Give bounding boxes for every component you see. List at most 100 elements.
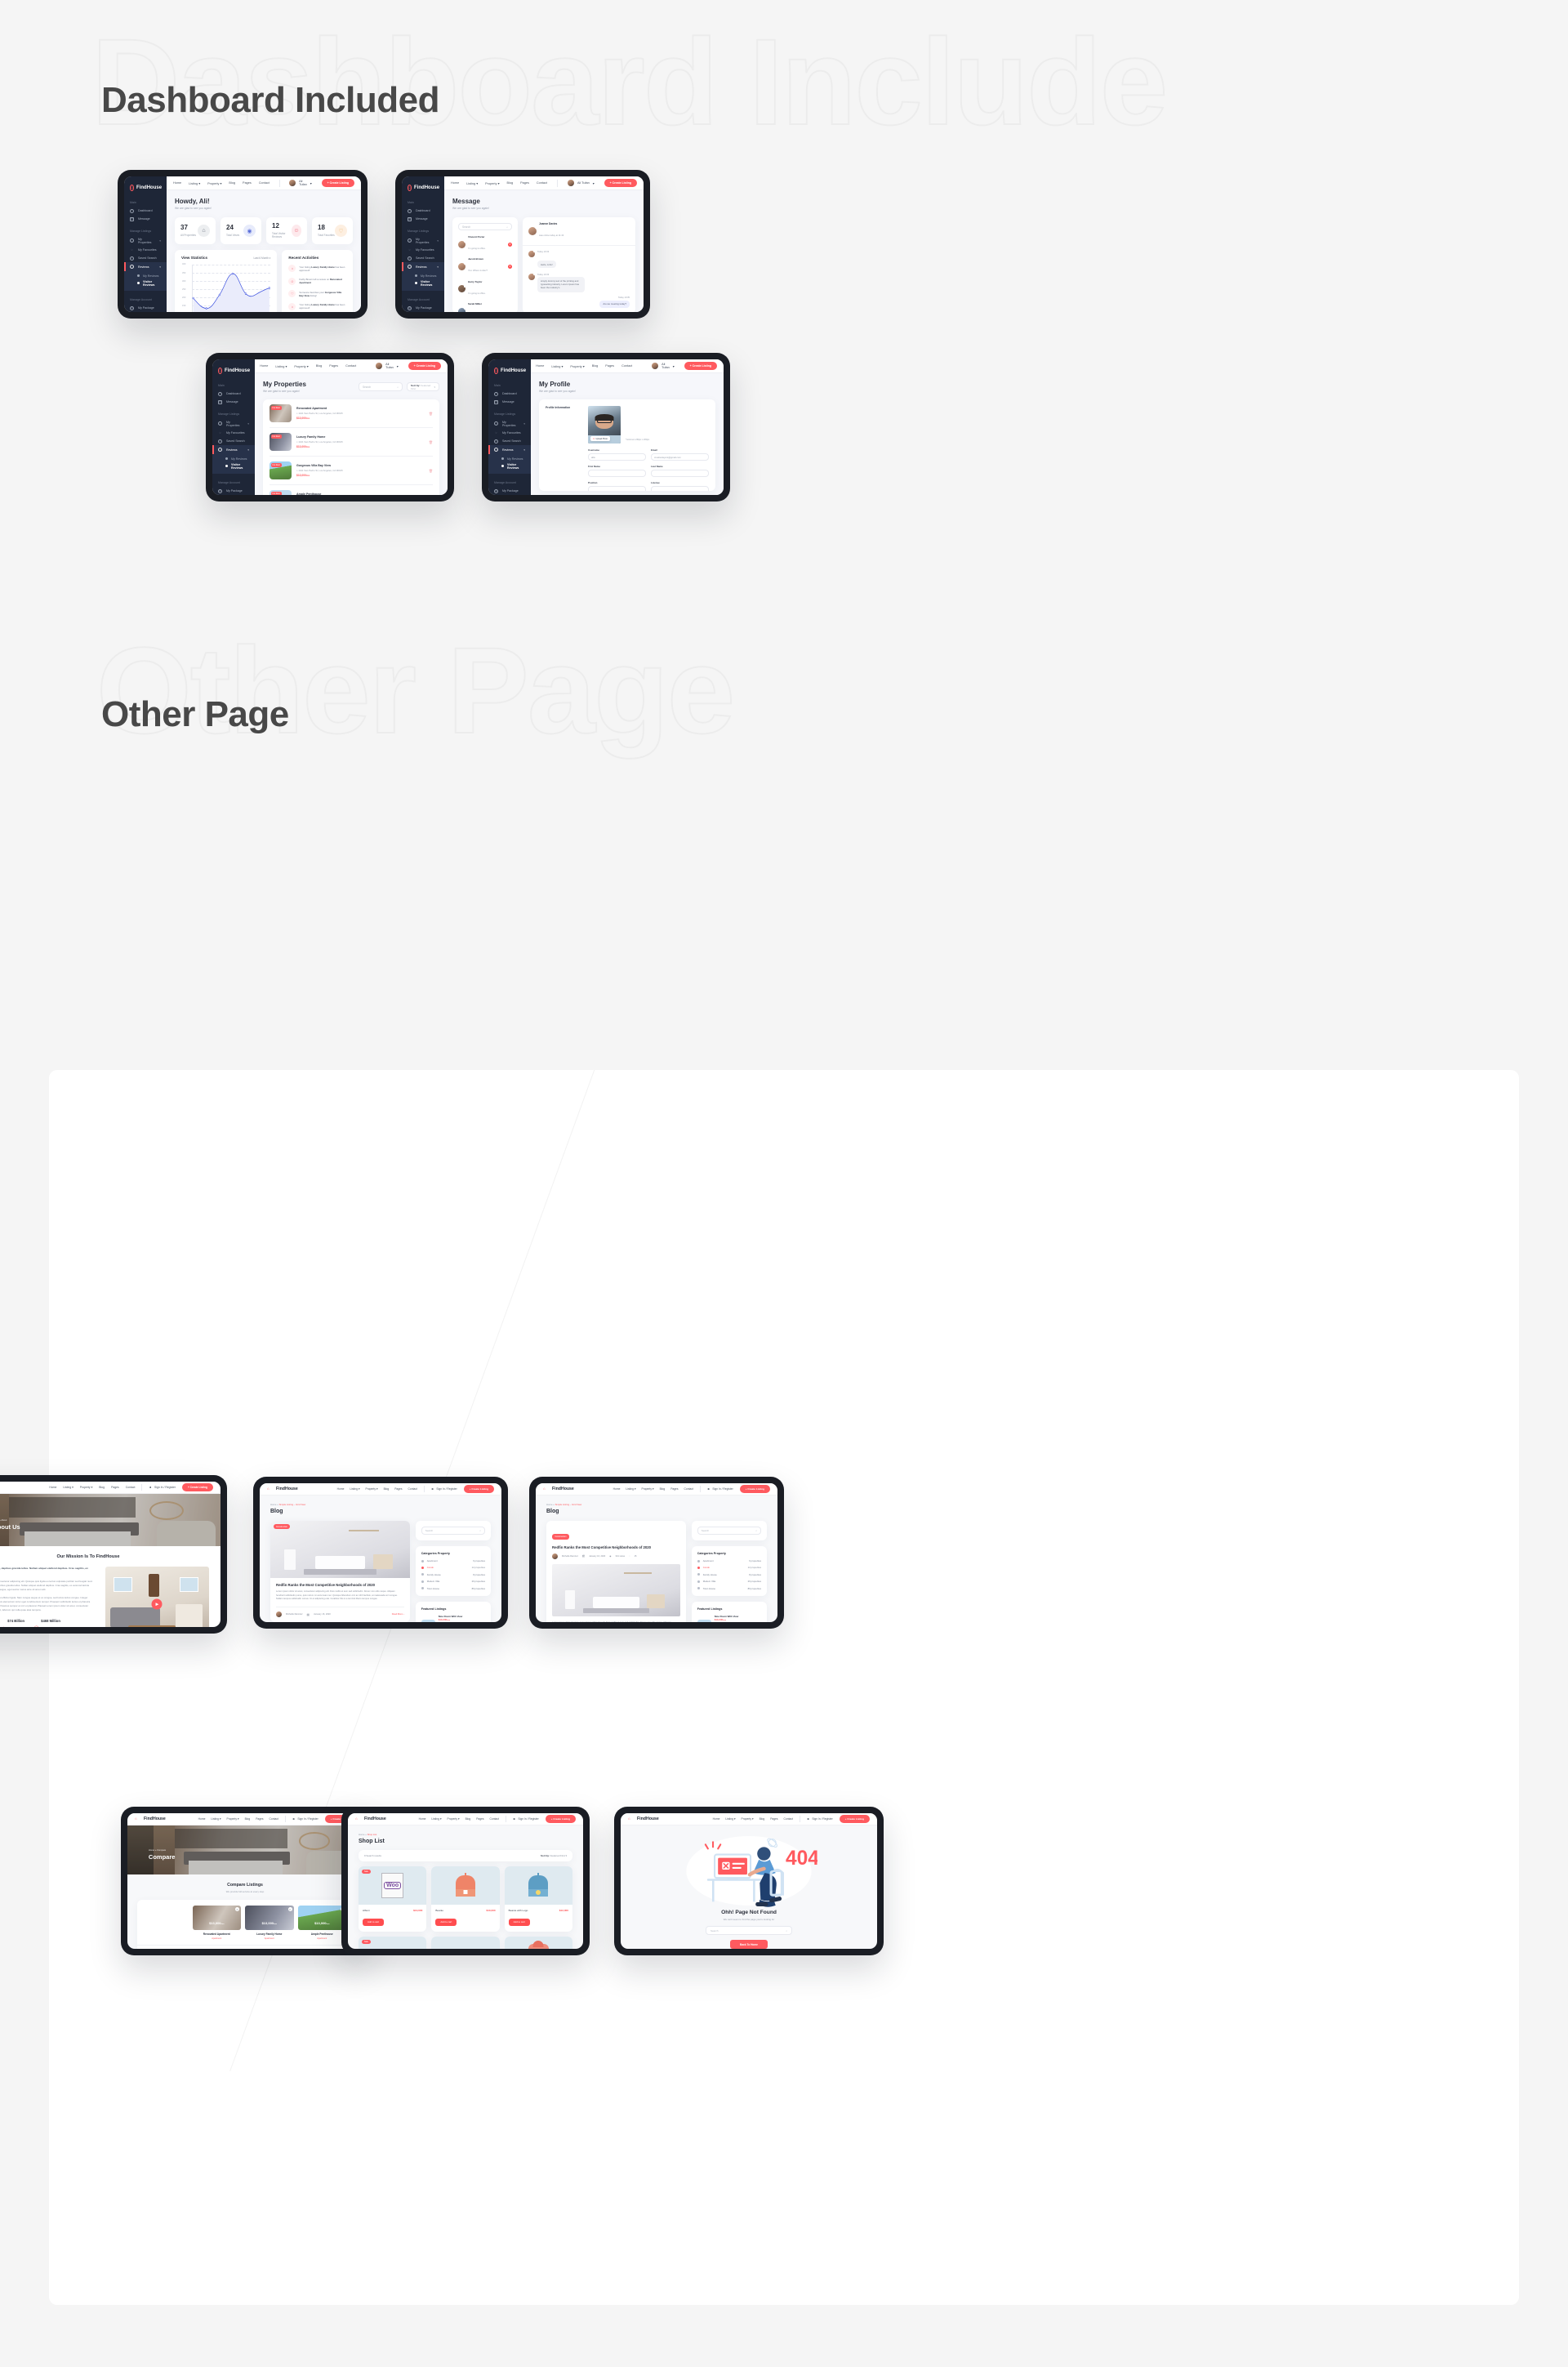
sidebar-subitem-visitor-reviews[interactable]: Visitor Reviews — [225, 461, 249, 470]
create-listing-button[interactable]: + Create Listing — [839, 1815, 870, 1823]
topnav-contact[interactable]: Contact — [621, 364, 632, 368]
search-input[interactable]: Search ⌕ — [421, 1527, 485, 1535]
sidebar-item-saved-search[interactable]: ⌕ Saved Search — [408, 254, 439, 262]
close-icon[interactable]: ✕ — [287, 1907, 292, 1911]
topnav-contact[interactable]: Contact — [259, 181, 270, 185]
nav-pages[interactable]: Pages — [394, 1487, 402, 1491]
nav-listing[interactable]: Listing ▾ — [431, 1817, 441, 1821]
product-card[interactable]: Hoodie $13,000 Add to cart — [504, 1937, 572, 1949]
sidebar-item-my-favourites[interactable]: ♡ My Favourites — [218, 429, 249, 437]
list-item[interactable]: Vincent Porter I'm going to office. 8 — [458, 235, 512, 253]
topnav-blog[interactable]: Blog — [316, 364, 323, 368]
blog-post-card[interactable]: Construction Redfin Ranks the Most Compe… — [270, 1521, 410, 1622]
create-listing-button[interactable]: + Create Listing — [604, 179, 637, 187]
topnav-property[interactable]: Property ▾ — [485, 181, 499, 185]
nav-property[interactable]: Property ▾ — [227, 1817, 239, 1821]
topnav-pages[interactable]: Pages — [329, 364, 338, 368]
topnav-contact[interactable]: Contact — [537, 181, 547, 185]
position-field[interactable] — [588, 486, 646, 491]
site-brand[interactable]: ⌂ FindHouse — [135, 1816, 166, 1822]
sidebar-brand[interactable]: ⌂ FindHouse — [124, 180, 167, 199]
category-item[interactable]: Condo 12 properties — [697, 1566, 761, 1569]
topnav-home[interactable]: Home — [451, 181, 459, 185]
topnav-property[interactable]: Property ▾ — [294, 364, 308, 368]
site-brand[interactable]: ⌂ FindHouse — [267, 1487, 298, 1492]
username-field[interactable]: allis — [588, 453, 646, 461]
user-menu[interactable]: Ali Tufan ▾ — [289, 180, 312, 186]
nav-contact[interactable]: Contact — [784, 1817, 793, 1821]
product-card[interactable]: Beanie with Logo $13,000 Add to cart — [504, 1866, 572, 1932]
nav-blog[interactable]: Blog — [660, 1487, 666, 1491]
sidebar-item-message[interactable]: ✉ Message — [408, 215, 439, 223]
play-button-icon[interactable]: ▶ — [151, 1598, 163, 1610]
table-row[interactable]: For Rent Ample Penthouse ⌖ 1421 San Pedr… — [270, 485, 433, 495]
signin-register-link[interactable]: ☻ Sign In / Register — [431, 1487, 457, 1491]
sort-select[interactable]: Sort by: Featured First ▾ — [541, 1854, 567, 1857]
sidebar-subitem-visitor-reviews[interactable]: Visitor Reviews — [415, 279, 439, 288]
topnav-blog[interactable]: Blog — [592, 364, 599, 368]
site-brand[interactable]: ⌂ FindHouse — [355, 1816, 386, 1822]
table-row[interactable]: For Rent Luxury Family Home ⌖ 1421 San P… — [270, 428, 433, 457]
product-card[interactable]: Sale Belt $13,000 Add to cart — [359, 1937, 427, 1949]
nav-contact[interactable]: Contact — [270, 1817, 278, 1821]
nav-pages[interactable]: Pages — [256, 1817, 263, 1821]
sidebar-subitem-visitor-reviews[interactable]: Visitor Reviews — [501, 461, 525, 470]
search-input[interactable]: Search ⌕ — [458, 223, 512, 230]
nav-listing[interactable]: Listing ▾ — [63, 1486, 73, 1489]
signin-register-link[interactable]: ☻ Sign In / Register — [707, 1487, 733, 1491]
sidebar-item-dashboard[interactable]: ◔ Dashboard — [408, 207, 439, 215]
close-icon[interactable]: ✕ — [235, 1907, 239, 1911]
table-row[interactable]: For Rent Renovated Apartment ⌖ 1421 San … — [270, 399, 433, 428]
category-item[interactable]: Apartment 6 properties — [421, 1559, 485, 1562]
create-listing-button[interactable]: + Create Listing — [408, 362, 441, 370]
upload-photo-button[interactable]: ⬆ Upload Photo — [590, 436, 611, 441]
topnav-property[interactable]: Property ▾ — [570, 364, 584, 368]
create-listing-button[interactable]: + Create Listing — [684, 362, 717, 370]
site-brand[interactable]: ⌂ FindHouse — [628, 1816, 659, 1822]
sidebar-item-my-properties[interactable]: ⌂ My Properties ▾ — [218, 418, 249, 429]
topnav-home[interactable]: Home — [173, 181, 181, 185]
list-item[interactable]: Nice Room With View $13,000/mo Beds 4 Ba… — [421, 1615, 485, 1622]
list-item[interactable]: Harry Taylor I'm going to office. — [458, 280, 512, 298]
sidebar-item-my-package[interactable]: ◎ My Package — [408, 304, 439, 312]
add-to-cart-button[interactable]: Add to cart — [435, 1918, 457, 1926]
table-row[interactable]: For Rent Gorgeous Villa Bay View ⌖ 1421 … — [270, 457, 433, 485]
first-name-field[interactable] — [588, 470, 646, 477]
product-card[interactable]: Sale Woo Album $13,000 Add to cart — [359, 1866, 427, 1932]
nav-pages[interactable]: Pages — [670, 1487, 678, 1491]
sidebar-subitem-visitor-reviews[interactable]: Visitor Reviews — [137, 279, 161, 288]
sidebar-item-dashboard[interactable]: ◔ Dashboard — [130, 207, 161, 215]
license-field[interactable] — [651, 486, 709, 491]
sidebar-item-reviews[interactable]: ◌ Reviews ▾ — [488, 445, 531, 454]
nav-contact[interactable]: Contact — [490, 1817, 499, 1821]
category-item[interactable]: Modern Villa 26 properties — [697, 1580, 761, 1583]
category-item[interactable]: Family House 8 properties — [421, 1573, 485, 1576]
sidebar-item-message[interactable]: ✉ Message — [218, 398, 249, 406]
sidebar-item-my-properties[interactable]: ⌂ My Properties ▾ — [494, 418, 525, 429]
nav-blog[interactable]: Blog — [384, 1487, 390, 1491]
nav-home[interactable]: Home — [337, 1487, 345, 1491]
topnav-pages[interactable]: Pages — [243, 181, 252, 185]
product-card[interactable]: Beanie $13,000 Add to cart — [431, 1866, 500, 1932]
nav-blog[interactable]: Blog — [245, 1817, 251, 1821]
topnav-listing[interactable]: Listing ▾ — [466, 181, 478, 185]
nav-listing[interactable]: Listing ▾ — [725, 1817, 735, 1821]
nav-listing[interactable]: Listing ▾ — [211, 1817, 220, 1821]
topnav-pages[interactable]: Pages — [520, 181, 529, 185]
sidebar-item-saved-search[interactable]: ⌕ Saved Search — [218, 437, 249, 445]
nav-home[interactable]: Home — [198, 1817, 206, 1821]
nav-blog[interactable]: Blog — [466, 1817, 471, 1821]
topnav-blog[interactable]: Blog — [506, 181, 513, 185]
nav-listing[interactable]: Listing ▾ — [350, 1487, 359, 1491]
user-menu[interactable]: Ali Tufan ▾ — [376, 363, 399, 369]
topnav-contact[interactable]: Contact — [345, 364, 356, 368]
create-listing-button[interactable]: + Create Listing — [181, 1483, 213, 1491]
sidebar-item-dashboard[interactable]: ◔ Dashboard — [494, 390, 525, 398]
sidebar-item-dashboard[interactable]: ◔ Dashboard — [218, 390, 249, 398]
sidebar-item-my-properties[interactable]: ⌂ My Properties ▾ — [130, 235, 161, 246]
delete-icon[interactable]: 🗑 — [429, 440, 433, 444]
nav-contact[interactable]: Contact — [408, 1487, 417, 1491]
topnav-home[interactable]: Home — [536, 364, 544, 368]
signin-register-link[interactable]: ☻ Sign In / Register — [513, 1817, 539, 1821]
add-to-cart-button[interactable]: Add to cart — [508, 1918, 530, 1926]
